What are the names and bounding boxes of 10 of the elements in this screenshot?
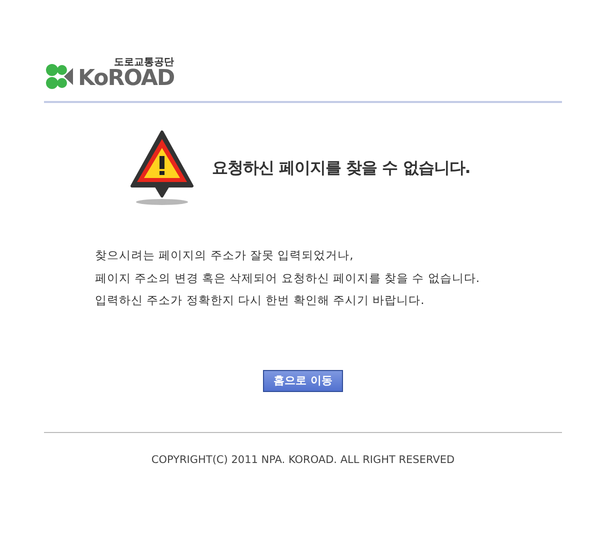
message-line: 찾으시려는 페이지의 주소가 잘못 입력되었거나, bbox=[95, 247, 354, 264]
message-line: 페이지 주소의 변경 혹은 삭제되어 요청하신 페이지를 찾을 수 없습니다. bbox=[95, 270, 481, 286]
error-heading: 요청하신 페이지를 찾을 수 없습니다. bbox=[212, 157, 470, 179]
logo-subtitle: 도로교통공단 bbox=[114, 58, 174, 68]
warning-icon bbox=[130, 130, 194, 206]
logo-name: KoROAD bbox=[78, 68, 174, 90]
message-line: 입력하신 주소가 정확한지 다시 한번 확인해 주시기 바랍니다. bbox=[95, 292, 426, 309]
copyright-text: COPYRIGHT(C) 2011 NPA. KOROAD. ALL RIGHT RESERVED bbox=[151, 454, 455, 466]
home-button[interactable]: 홈으로 이동 bbox=[262, 370, 344, 392]
clover-logo-icon bbox=[44, 63, 74, 90]
